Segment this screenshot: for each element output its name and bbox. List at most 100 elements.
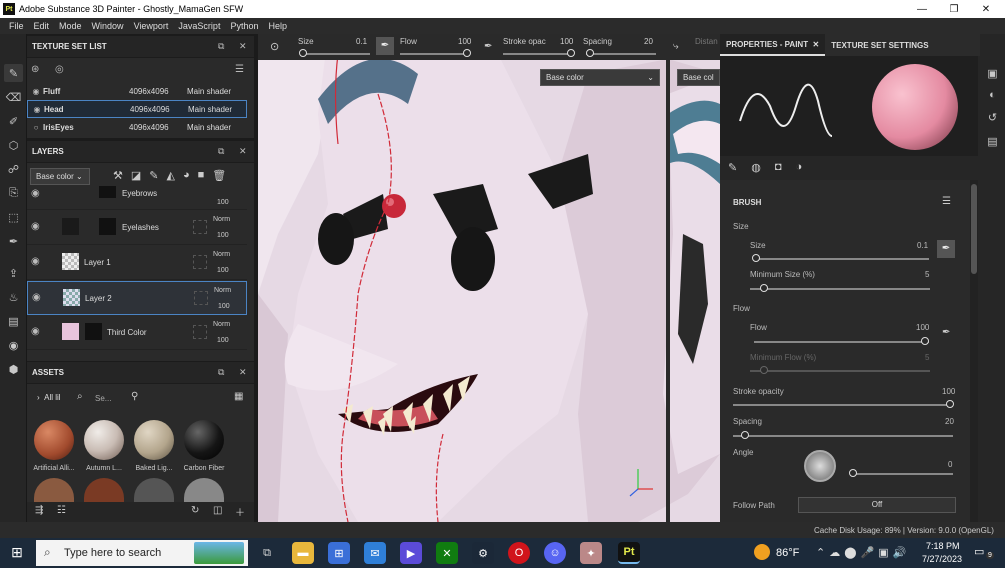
menu-help[interactable]: Help	[268, 21, 287, 31]
undock-icon[interactable]: ⧉	[218, 367, 224, 378]
notification-icon[interactable]: ▭	[974, 545, 984, 558]
stroke-value[interactable]: 100	[560, 37, 573, 46]
environment-icon[interactable]: ◐	[983, 86, 1002, 104]
stroke-slider[interactable]	[503, 53, 573, 55]
size-slider-knob[interactable]	[299, 49, 307, 57]
file-explorer-icon[interactable]: ▬	[292, 542, 314, 564]
tray-icons[interactable]: ⌃☁⬤🎤▣🔊	[816, 546, 910, 559]
layer-opacity[interactable]: 100	[217, 199, 229, 206]
close-panel-icon[interactable]: ✕	[239, 41, 247, 52]
mail-icon[interactable]: ✉	[364, 542, 386, 564]
media-icon[interactable]: ▶	[400, 542, 422, 564]
restore-button[interactable]: ❐	[938, 0, 970, 18]
stroke-opacity-slider-knob[interactable]	[946, 400, 954, 408]
min-size-slider-knob[interactable]	[760, 284, 768, 292]
layer-blend[interactable]: Norm	[214, 287, 231, 294]
polygon-fill-icon[interactable]: ⬡	[4, 136, 23, 154]
brush-preset-icon[interactable]: ⊙	[270, 40, 279, 53]
eye-icon[interactable]: ◉	[30, 105, 44, 114]
properties-scrollbar[interactable]	[970, 180, 978, 522]
flow-value[interactable]: 100	[916, 323, 929, 332]
size-value[interactable]: 0.1	[356, 37, 367, 46]
layer-row[interactable]: ◉ Layer 1 Norm 100	[27, 246, 247, 280]
search-icon[interactable]: ⌕	[77, 391, 83, 402]
texture-set-row[interactable]: ◉ Fluff 4096x4096 Main shader	[27, 82, 247, 100]
layer-mask-slot[interactable]	[193, 220, 207, 234]
viewport-channel-dropdown-2[interactable]: Base col	[677, 69, 720, 86]
view-icon[interactable]: ◎	[55, 64, 64, 75]
layer-row[interactable]: ◉ Eyebrows 100	[27, 186, 247, 210]
spacing-slider-knob[interactable]	[586, 49, 594, 57]
menu-window[interactable]: Window	[92, 21, 124, 31]
filter-icon[interactable]: ⚲	[131, 391, 138, 402]
clock-time[interactable]: 7:18 PM	[926, 541, 960, 551]
display-settings-icon[interactable]: ▤	[4, 312, 23, 330]
asset-thumb[interactable]	[84, 478, 124, 502]
projection-icon[interactable]: ✐	[4, 112, 23, 130]
color-picker-icon[interactable]: ✒	[4, 232, 23, 250]
asset-thumb[interactable]	[184, 420, 224, 460]
eye-icon[interactable]: ◉	[31, 221, 40, 232]
size-slider[interactable]	[754, 258, 929, 260]
history-icon[interactable]: ↺	[983, 108, 1002, 126]
size-value[interactable]: 0.1	[917, 241, 928, 250]
eraser-icon[interactable]: ⌫	[4, 88, 23, 106]
shelf-icon[interactable]: ⬢	[4, 360, 23, 378]
selection-icon[interactable]: ⬚	[4, 208, 23, 226]
asset-thumb[interactable]	[134, 420, 174, 460]
angle-dial[interactable]	[804, 450, 836, 482]
channel-dropdown[interactable]: Base color ⌄	[30, 168, 90, 185]
menu-mode[interactable]: Mode	[59, 21, 82, 31]
camera-icon[interactable]: ◉	[4, 336, 23, 354]
layer-row[interactable]: ◉ Third Color Norm 100	[27, 316, 247, 350]
layer-opacity[interactable]: 100	[217, 337, 229, 344]
menu-icon[interactable]: ☰	[235, 64, 244, 75]
alpha-tab-icon[interactable]: ◍	[751, 161, 761, 174]
menu-file[interactable]: File	[9, 21, 24, 31]
layer-mask-slot[interactable]	[193, 255, 207, 269]
stroke-opacity-value[interactable]: 100	[942, 387, 955, 396]
add-folder-icon[interactable]: ■	[198, 169, 205, 182]
add-effect-icon[interactable]: ⚒	[113, 169, 123, 182]
minimize-button[interactable]: —	[906, 0, 938, 18]
clock-date[interactable]: 7/27/2023	[922, 554, 962, 564]
flow-value[interactable]: 100	[458, 37, 471, 46]
layer-opacity[interactable]: 100	[218, 303, 230, 310]
weather-temp[interactable]: 86°F	[776, 547, 799, 559]
stencil-tab-icon[interactable]: ◘	[775, 161, 782, 173]
asset-thumb[interactable]	[84, 420, 124, 460]
smart-material-icon[interactable]: ◕	[183, 169, 190, 182]
undock-icon[interactable]: ⧉	[218, 146, 224, 157]
flow-slider[interactable]	[400, 53, 470, 55]
taskbar-search-input[interactable]: ⌕ Type here to search	[36, 540, 248, 566]
flow-slider[interactable]	[754, 341, 929, 343]
new-window-icon[interactable]: ◫	[213, 505, 222, 516]
opera-icon[interactable]: O	[508, 542, 530, 564]
refresh-icon[interactable]: ↻	[191, 505, 199, 516]
size-slider-knob[interactable]	[752, 254, 760, 262]
add-mask-icon[interactable]: ◪	[131, 169, 141, 182]
angle-slider-knob[interactable]	[849, 469, 857, 477]
angle-slider[interactable]	[853, 473, 953, 475]
close-panel-icon[interactable]: ✕	[239, 367, 247, 378]
log-icon[interactable]: ▤	[983, 132, 1002, 150]
flow-slider-knob[interactable]	[463, 49, 471, 57]
close-window-button[interactable]: ✕	[970, 0, 1002, 18]
import-icon[interactable]: ⇶	[35, 505, 43, 516]
layer-blend[interactable]: Norm	[213, 321, 230, 328]
menu-icon[interactable]: ☰	[942, 196, 951, 207]
layer-opacity[interactable]: 100	[217, 232, 229, 239]
task-view-icon[interactable]: ⧉	[256, 542, 278, 564]
spacing-value[interactable]: 20	[644, 37, 653, 46]
list-icon[interactable]: ☷	[57, 505, 66, 516]
min-size-value[interactable]: 5	[925, 270, 929, 279]
smudge-icon[interactable]: ☍	[4, 160, 23, 178]
steam-icon[interactable]: ⚙	[472, 542, 494, 564]
menu-viewport[interactable]: Viewport	[134, 21, 169, 31]
min-size-slider[interactable]	[750, 288, 930, 290]
menu-javascript[interactable]: JavaScript	[178, 21, 220, 31]
pen-pressure-icon[interactable]: ✒	[376, 37, 394, 55]
display-icon[interactable]: ▣	[983, 64, 1002, 82]
angle-value[interactable]: 0	[948, 460, 952, 469]
spacing-slider[interactable]	[733, 435, 953, 437]
